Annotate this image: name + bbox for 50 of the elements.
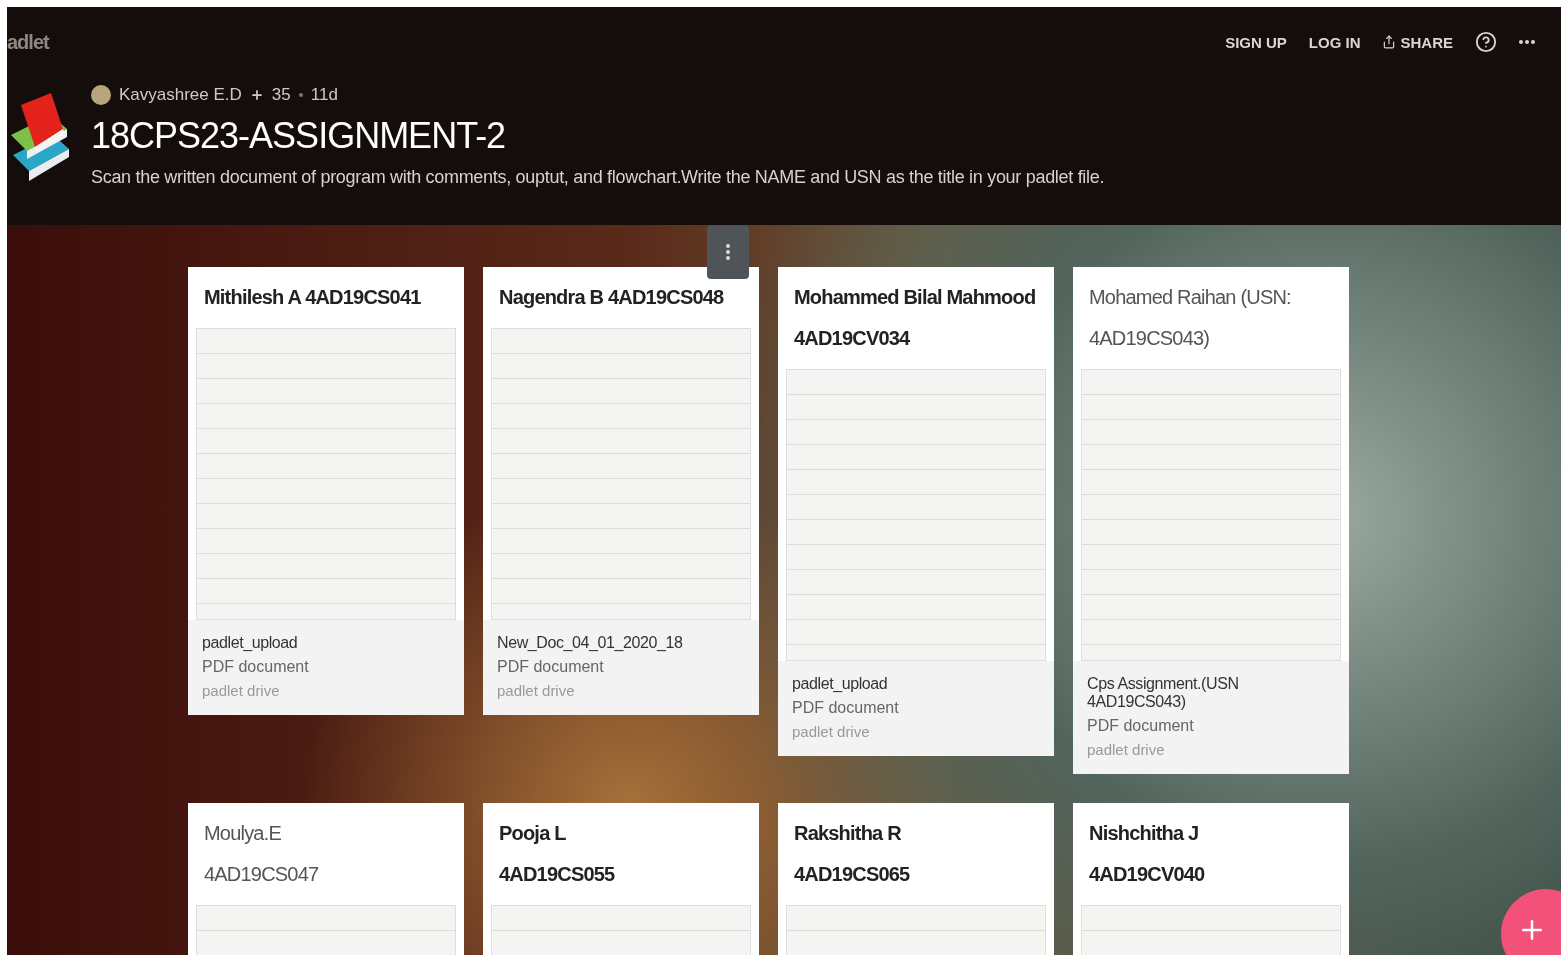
author-name: Kavyashree E.D bbox=[119, 85, 242, 105]
vertical-dots-icon bbox=[726, 244, 730, 260]
attachment-name: padlet_upload bbox=[792, 675, 889, 693]
post-card[interactable]: Mohammed Bilal Mahmood 4AD19CV034 padlet_upload PDF document padlet drive bbox=[778, 267, 1054, 756]
post-title: Mohamed Raihan (USN: 4AD19CS043) bbox=[1088, 285, 1292, 351]
more-button[interactable] bbox=[1517, 38, 1537, 46]
post-title: Nagendra B 4AD19CS048 bbox=[498, 285, 725, 310]
attachment-panel[interactable]: New_Doc_04_01_2020_18 PDF document padlet drive bbox=[483, 620, 759, 715]
post-title: Mohammed Bilal Mahmood 4AD19CV034 bbox=[793, 285, 1037, 351]
attachment-type: PDF document bbox=[202, 658, 310, 676]
share-icon bbox=[1382, 35, 1397, 49]
attachment-panel[interactable]: padlet_upload PDF document padlet drive bbox=[188, 620, 464, 715]
plus-icon bbox=[249, 88, 264, 102]
attachment-panel[interactable]: padlet_upload PDF document padlet drive bbox=[778, 661, 1054, 756]
share-button[interactable]: SHARE bbox=[1380, 31, 1455, 53]
header-link[interactable]: LOG IN bbox=[1306, 31, 1363, 53]
attachment-name: padlet_upload bbox=[202, 634, 299, 652]
attachment-source: padlet drive bbox=[1087, 741, 1166, 758]
post-title: Moulya.E 4AD19CS047 bbox=[203, 821, 320, 887]
attachment-panel[interactable]: Cps Assignment.(USN 4AD19CS043) PDF document padlet drive bbox=[1073, 661, 1349, 774]
attachment-source: padlet drive bbox=[202, 682, 281, 699]
board-description: Scan the written document of program with comments, ouptut, and flowchart.Write the NAME and USN as the title in your padlet file. bbox=[91, 167, 1105, 188]
post-age: 11d bbox=[310, 85, 338, 105]
attachment-source: padlet drive bbox=[497, 682, 576, 699]
more-icon bbox=[1519, 40, 1535, 44]
board-title: 18CPS23-ASSIGNMENT-2 bbox=[91, 115, 507, 157]
post-title: Nishchitha J 4AD19CV040 bbox=[1088, 821, 1206, 887]
attachment-name: New_Doc_04_01_2020_18 bbox=[497, 634, 684, 652]
post-card[interactable]: Nishchitha J 4AD19CV040 bbox=[1073, 803, 1349, 955]
post-card[interactable]: Moulya.E 4AD19CS047 bbox=[188, 803, 464, 955]
attachment-type: PDF document bbox=[1087, 717, 1195, 735]
post-title: Mithilesh A 4AD19CS041 bbox=[203, 285, 422, 310]
author-avatar bbox=[91, 85, 111, 105]
post-card[interactable]: Nagendra B 4AD19CS048 New_Doc_04_01_2020_18 PDF document padlet drive bbox=[483, 267, 759, 715]
post-card[interactable]: Mohamed Raihan (USN: 4AD19CS043) Cps Assignment.(USN 4AD19CS043) PDF document padlet drive bbox=[1073, 267, 1349, 774]
contributor-count: 35 bbox=[271, 85, 291, 105]
attachment-source: padlet drive bbox=[792, 723, 871, 740]
attachment-type: PDF document bbox=[497, 658, 605, 676]
post-title: Pooja L 4AD19CS055 bbox=[498, 821, 616, 887]
post-card[interactable]: Mithilesh A 4AD19CS041 padlet_upload PDF document padlet drive bbox=[188, 267, 464, 715]
app-logo[interactable]: adlet bbox=[7, 30, 49, 54]
post-title: Rakshitha R 4AD19CS065 bbox=[793, 821, 911, 887]
attachment-type: PDF document bbox=[792, 699, 900, 717]
post-card[interactable]: Rakshitha R 4AD19CS065 bbox=[778, 803, 1054, 955]
post-card[interactable]: Pooja L 4AD19CS055 bbox=[483, 803, 759, 955]
separator-dot bbox=[298, 93, 303, 97]
help-button[interactable] bbox=[1473, 29, 1499, 55]
help-icon bbox=[1475, 31, 1497, 53]
header-link[interactable]: SIGN UP bbox=[1223, 31, 1289, 53]
attachment-name: Cps Assignment.(USN 4AD19CS043) bbox=[1087, 675, 1240, 711]
